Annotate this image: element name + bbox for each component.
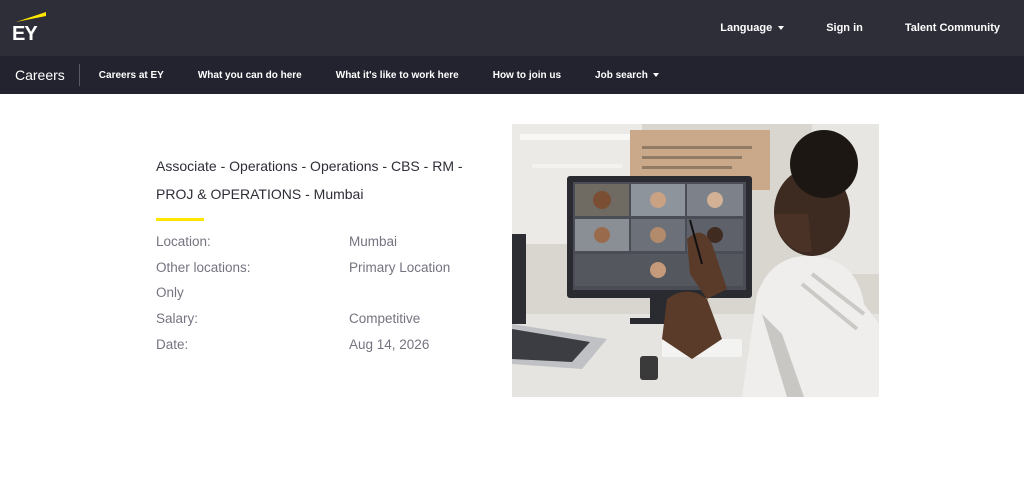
location-label: Location:	[156, 234, 211, 249]
caret-down-icon	[778, 26, 785, 30]
nav-item-label: What it's like to work here	[335, 69, 459, 81]
nav-item-how-to-join[interactable]: How to join us	[493, 70, 561, 81]
location-value: Mumbai	[349, 234, 398, 249]
date-label: Date:	[156, 337, 189, 352]
date-value: Aug 14, 2026	[349, 337, 430, 352]
nav-item-careers-at-ey[interactable]: Careers at EY	[99, 70, 164, 81]
sign-in-label: Sign in	[826, 22, 863, 34]
job-title-line-2: PROJ & OPERATIONS - Mumbai	[156, 186, 364, 202]
careers-brand[interactable]: Careers	[0, 64, 80, 86]
nav-item-job-search[interactable]: Job search	[595, 70, 659, 81]
other-locations-label: Other locations:	[156, 260, 251, 275]
nav-item-label: Job search	[595, 69, 648, 81]
nav-item-what-its-like[interactable]: What it's like to work here	[336, 70, 459, 81]
top-header: EY Language Sign in Talent Community	[0, 0, 1024, 56]
ey-beam-icon	[16, 12, 46, 22]
nav-item-label: What you can do here	[197, 69, 302, 81]
nav-items: Careers at EY What you can do here What …	[80, 70, 659, 81]
video-call-illustration	[512, 124, 879, 397]
language-menu[interactable]: Language	[720, 22, 785, 34]
other-locations-suffix: Only	[156, 285, 184, 300]
other-locations-value: Primary Location	[349, 260, 451, 275]
title-accent-bar	[156, 218, 204, 221]
utility-links: Language Sign in Talent Community	[720, 0, 1000, 56]
salary-label: Salary:	[156, 311, 199, 326]
talent-community-label: Talent Community	[904, 22, 1000, 34]
job-hero-photo	[512, 124, 879, 397]
language-label: Language	[720, 22, 773, 34]
job-title-line-1: Associate - Operations - Operations - CB…	[156, 158, 463, 174]
careers-nav: Careers Careers at EY What you can do he…	[0, 56, 1024, 94]
logo-text: EY	[12, 23, 38, 45]
ey-logo[interactable]: EY	[12, 10, 46, 46]
talent-community-link[interactable]: Talent Community	[905, 22, 1000, 34]
job-header: Associate - Operations - Operations - CB…	[156, 152, 496, 231]
salary-value: Competitive	[349, 311, 421, 326]
nav-item-label: How to join us	[492, 69, 562, 81]
caret-down-icon	[652, 73, 659, 77]
nav-item-what-you-can-do[interactable]: What you can do here	[198, 70, 302, 81]
nav-item-label: Careers at EY	[98, 69, 164, 81]
sign-in-link[interactable]: Sign in	[826, 22, 863, 34]
